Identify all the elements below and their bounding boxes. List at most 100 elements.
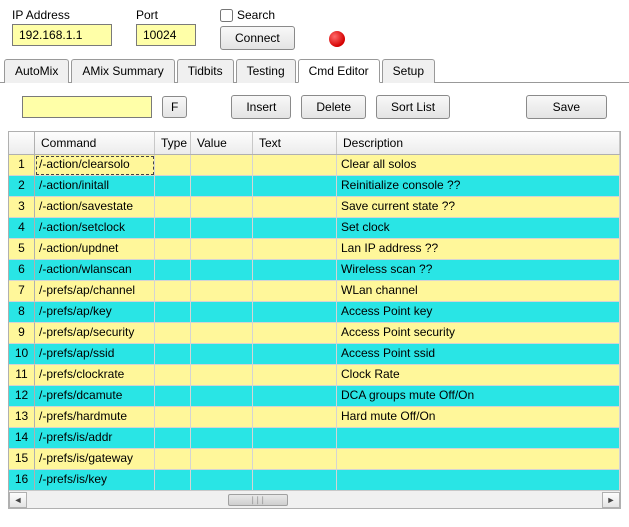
tab-amix-summary[interactable]: AMix Summary [71, 59, 174, 83]
cell-description[interactable] [337, 449, 620, 470]
cell-type[interactable] [155, 386, 191, 407]
row-number[interactable]: 15 [9, 449, 35, 470]
header-command[interactable]: Command [35, 132, 155, 154]
cell-value[interactable] [191, 302, 253, 323]
cell-text[interactable] [253, 281, 337, 302]
tab-automix[interactable]: AutoMix [4, 59, 69, 83]
save-button[interactable]: Save [526, 95, 607, 119]
sort-button[interactable]: Sort List [376, 95, 450, 119]
table-row[interactable]: 14/-prefs/is/addr [9, 428, 620, 449]
cell-type[interactable] [155, 449, 191, 470]
cell-text[interactable] [253, 428, 337, 449]
row-number[interactable]: 14 [9, 428, 35, 449]
port-input[interactable] [136, 24, 196, 46]
cell-type[interactable] [155, 239, 191, 260]
insert-button[interactable]: Insert [231, 95, 291, 119]
table-row[interactable]: 16/-prefs/is/key [9, 470, 620, 491]
table-row[interactable]: 8/-prefs/ap/key Access Point key [9, 302, 620, 323]
cell-type[interactable] [155, 260, 191, 281]
delete-button[interactable]: Delete [301, 95, 366, 119]
tab-setup[interactable]: Setup [382, 59, 435, 83]
table-row[interactable]: 13/-prefs/hardmuteHard mute Off/On [9, 407, 620, 428]
scroll-track[interactable]: ∣∣∣ [27, 492, 602, 508]
cell-command[interactable]: /-prefs/ap/security [35, 323, 155, 344]
tab-cmd-editor[interactable]: Cmd Editor [298, 59, 380, 83]
cell-type[interactable] [155, 344, 191, 365]
cell-command[interactable]: /-action/savestate [35, 197, 155, 218]
cell-type[interactable] [155, 407, 191, 428]
tab-testing[interactable]: Testing [236, 59, 296, 83]
header-rownum[interactable] [9, 132, 35, 154]
filter-input[interactable] [22, 96, 152, 118]
horizontal-scrollbar[interactable]: ◄ ∣∣∣ ► [9, 490, 620, 508]
tab-tidbits[interactable]: Tidbits [177, 59, 234, 83]
cell-type[interactable] [155, 428, 191, 449]
table-row[interactable]: 12/-prefs/dcamute DCA groups mute Off/On [9, 386, 620, 407]
cell-description[interactable]: Set clock [337, 218, 620, 239]
row-number[interactable]: 2 [9, 176, 35, 197]
cell-type[interactable] [155, 281, 191, 302]
scroll-left-icon[interactable]: ◄ [9, 492, 27, 508]
cell-text[interactable] [253, 260, 337, 281]
cell-text[interactable] [253, 176, 337, 197]
cell-value[interactable] [191, 407, 253, 428]
table-row[interactable]: 10/-prefs/ap/ssidAccess Point ssid [9, 344, 620, 365]
cell-command[interactable]: /-action/wlanscan [35, 260, 155, 281]
cell-text[interactable] [253, 323, 337, 344]
row-number[interactable]: 12 [9, 386, 35, 407]
cell-value[interactable] [191, 197, 253, 218]
cell-type[interactable] [155, 323, 191, 344]
cell-description[interactable] [337, 470, 620, 491]
cell-value[interactable] [191, 344, 253, 365]
grid-body[interactable]: 1/-action/clearsoloClear all solos2/-act… [9, 155, 620, 491]
cell-command[interactable]: /-prefs/hardmute [35, 407, 155, 428]
cell-value[interactable] [191, 176, 253, 197]
cell-description[interactable] [337, 428, 620, 449]
cell-type[interactable] [155, 470, 191, 491]
cell-text[interactable] [253, 155, 337, 176]
cell-value[interactable] [191, 260, 253, 281]
cell-command[interactable]: /-action/clearsolo [35, 155, 155, 176]
header-value[interactable]: Value [191, 132, 253, 154]
cell-value[interactable] [191, 323, 253, 344]
cell-command[interactable]: /-prefs/is/addr [35, 428, 155, 449]
cell-text[interactable] [253, 470, 337, 491]
row-number[interactable]: 8 [9, 302, 35, 323]
cell-command[interactable]: /-prefs/dcamute [35, 386, 155, 407]
cell-value[interactable] [191, 218, 253, 239]
cell-value[interactable] [191, 365, 253, 386]
row-number[interactable]: 16 [9, 470, 35, 491]
cell-description[interactable]: Clear all solos [337, 155, 620, 176]
cell-command[interactable]: /-action/updnet [35, 239, 155, 260]
row-number[interactable]: 3 [9, 197, 35, 218]
cell-description[interactable]: Access Point key [337, 302, 620, 323]
cell-text[interactable] [253, 344, 337, 365]
cell-text[interactable] [253, 239, 337, 260]
cell-description[interactable]: Save current state ?? [337, 197, 620, 218]
cell-command[interactable]: /-action/setclock [35, 218, 155, 239]
cell-text[interactable] [253, 449, 337, 470]
cell-text[interactable] [253, 407, 337, 428]
cell-description[interactable]: Lan IP address ?? [337, 239, 620, 260]
row-number[interactable]: 10 [9, 344, 35, 365]
cell-value[interactable] [191, 449, 253, 470]
table-row[interactable]: 15/-prefs/is/gateway [9, 449, 620, 470]
header-text[interactable]: Text [253, 132, 337, 154]
cell-command[interactable]: /-prefs/ap/key [35, 302, 155, 323]
table-row[interactable]: 2/-action/initallReinitialize console ?? [9, 176, 620, 197]
cell-description[interactable]: DCA groups mute Off/On [337, 386, 620, 407]
row-number[interactable]: 5 [9, 239, 35, 260]
cell-type[interactable] [155, 176, 191, 197]
header-type[interactable]: Type [155, 132, 191, 154]
table-row[interactable]: 4/-action/setclockSet clock [9, 218, 620, 239]
cell-text[interactable] [253, 365, 337, 386]
table-row[interactable]: 11/-prefs/clockrateClock Rate [9, 365, 620, 386]
cell-value[interactable] [191, 386, 253, 407]
table-row[interactable]: 7/-prefs/ap/channelWLan channel [9, 281, 620, 302]
table-row[interactable]: 6/-action/wlanscan Wireless scan ?? [9, 260, 620, 281]
cell-command[interactable]: /-prefs/ap/channel [35, 281, 155, 302]
cell-description[interactable]: Wireless scan ?? [337, 260, 620, 281]
cell-command[interactable]: /-prefs/is/gateway [35, 449, 155, 470]
row-number[interactable]: 6 [9, 260, 35, 281]
table-row[interactable]: 9/-prefs/ap/securityAccess Point securit… [9, 323, 620, 344]
